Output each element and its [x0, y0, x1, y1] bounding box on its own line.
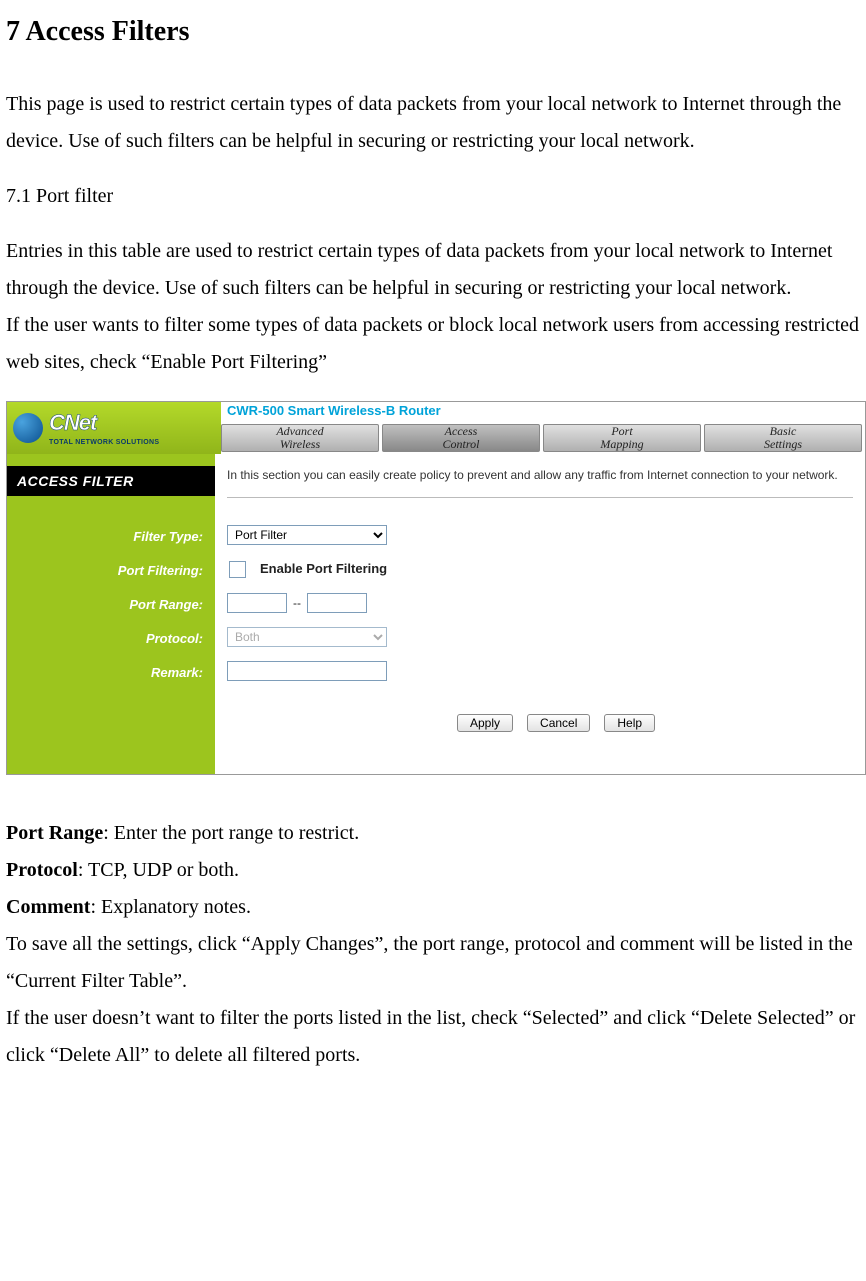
def-port-range: Port Range: Enter the port range to rest… [6, 815, 860, 852]
section-description: In this section you can easily create po… [227, 468, 853, 484]
subsection-para-1: Entries in this table are used to restri… [6, 233, 860, 307]
model-name: CWR-500 Smart Wireless-B Router [221, 402, 865, 422]
label-protocol: Protocol: [7, 622, 215, 656]
after-para-1: To save all the settings, click “Apply C… [6, 926, 860, 1000]
protocol-select[interactable]: Both [227, 627, 387, 647]
divider [227, 497, 853, 498]
brand-tagline: TOTAL NETWORK SOLUTIONS [49, 438, 159, 447]
port-range-separator: -- [293, 596, 301, 612]
remark-input[interactable] [227, 661, 387, 681]
content-pane: In this section you can easily create po… [215, 454, 865, 774]
sidebar: ACCESS FILTER Filter Type: Port Filterin… [7, 454, 215, 774]
tab-bar: AdvancedWireless AccessControl PortMappi… [221, 422, 865, 454]
def-protocol: Protocol: TCP, UDP or both. [6, 852, 860, 889]
logo-area: CNet TOTAL NETWORK SOLUTIONS [7, 402, 221, 454]
label-filter-type: Filter Type: [7, 520, 215, 554]
after-para-2: If the user doesn’t want to filter the p… [6, 1000, 860, 1074]
apply-button[interactable]: Apply [457, 714, 513, 732]
label-port-filtering: Port Filtering: [7, 554, 215, 588]
enable-port-filtering-label: Enable Port Filtering [260, 561, 387, 578]
tab-basic-settings[interactable]: BasicSettings [704, 424, 862, 452]
sidebar-title: ACCESS FILTER [7, 466, 215, 496]
label-port-range: Port Range: [7, 588, 215, 622]
filter-type-select[interactable]: Port Filter [227, 525, 387, 545]
subsection-para-2: If the user wants to filter some types o… [6, 307, 860, 381]
cancel-button[interactable]: Cancel [527, 714, 590, 732]
section-heading: 7 Access Filters [6, 6, 860, 58]
tab-port-mapping[interactable]: PortMapping [543, 424, 701, 452]
brand-name: CNet [49, 409, 159, 438]
port-range-to[interactable] [307, 593, 367, 613]
port-range-from[interactable] [227, 593, 287, 613]
tab-access-control[interactable]: AccessControl [382, 424, 540, 452]
enable-port-filtering-checkbox[interactable] [229, 561, 246, 578]
def-comment: Comment: Explanatory notes. [6, 889, 860, 926]
label-remark: Remark: [7, 656, 215, 690]
help-button[interactable]: Help [604, 714, 655, 732]
router-screenshot: CNet TOTAL NETWORK SOLUTIONS CWR-500 Sma… [6, 401, 866, 775]
tab-advanced-wireless[interactable]: AdvancedWireless [221, 424, 379, 452]
intro-paragraph: This page is used to restrict certain ty… [6, 86, 860, 160]
subsection-heading: 7.1 Port filter [6, 178, 860, 215]
globe-icon [13, 413, 43, 443]
